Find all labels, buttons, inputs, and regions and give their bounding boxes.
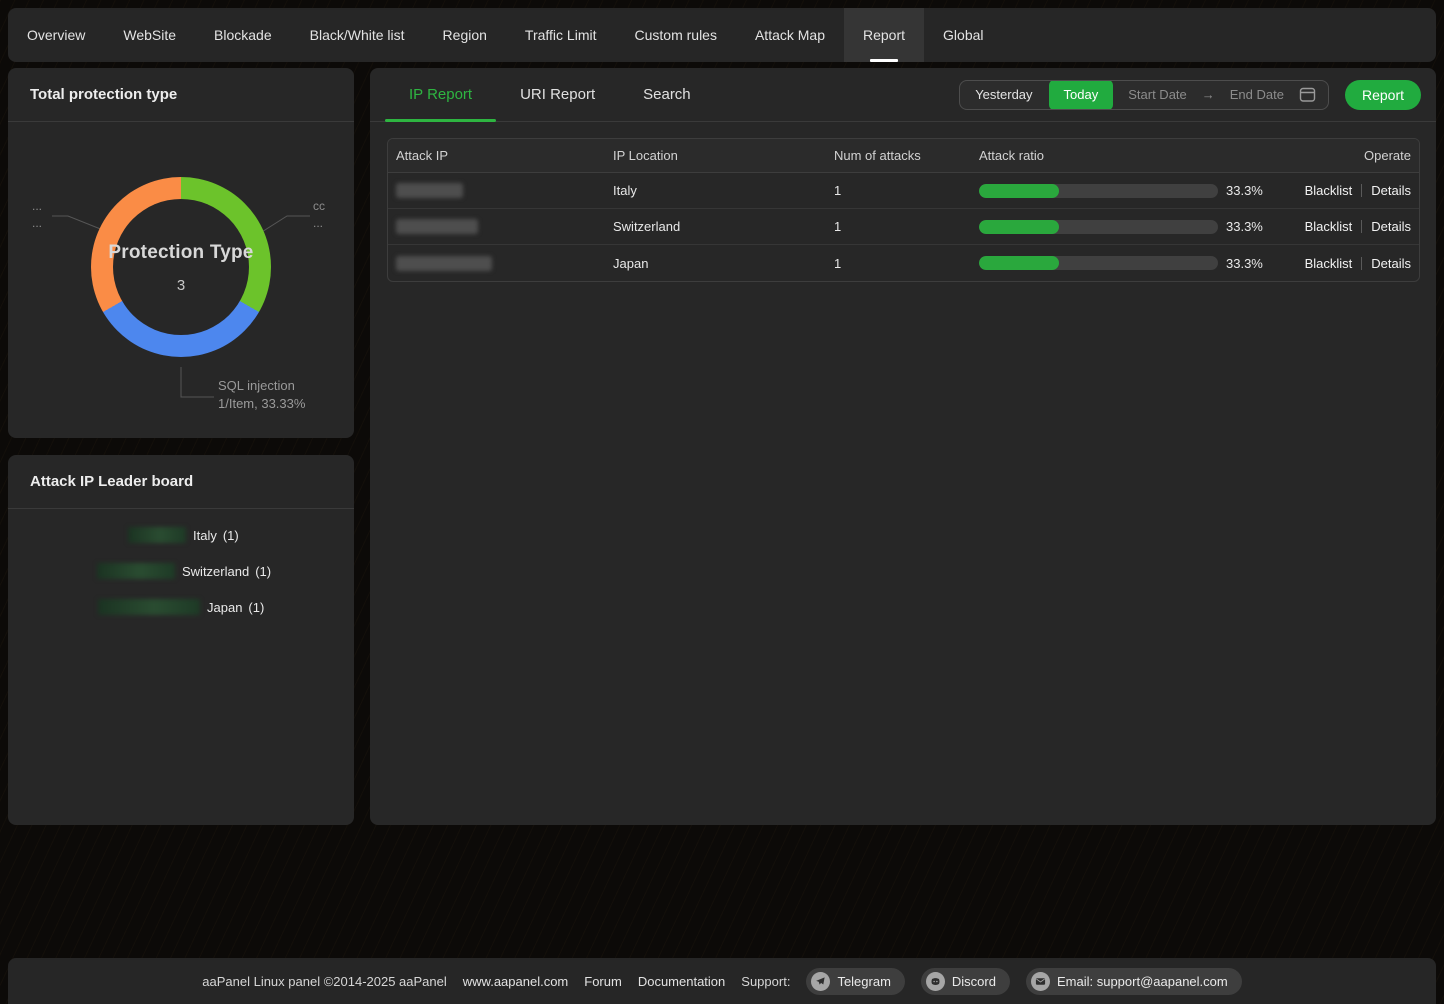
attack-ratio-fill xyxy=(979,220,1059,234)
nav-item-attack-map[interactable]: Attack Map xyxy=(736,8,844,62)
report-panel: IP Report URI Report Search Yesterday To… xyxy=(370,68,1436,825)
email-icon xyxy=(1031,972,1050,991)
attack-ratio-bar xyxy=(979,220,1218,234)
col-header-attack-ip: Attack IP xyxy=(388,148,613,163)
redacted-ip xyxy=(396,219,478,234)
donut-callout-left: ... ... xyxy=(32,198,42,232)
discord-icon xyxy=(926,972,945,991)
footer-brand: aaPanel Linux panel ©2014-2025 aaPanel xyxy=(202,974,447,989)
num-attacks-cell: 1 xyxy=(834,183,979,198)
nav-item-overview[interactable]: Overview xyxy=(8,8,104,62)
leaderboard-chart: Italy (1) Switzerland (1) Japan (1) xyxy=(8,509,354,615)
discord-button[interactable]: Discord xyxy=(921,968,1010,995)
blacklist-link[interactable]: Blacklist xyxy=(1305,219,1353,234)
nav-item-custom-rules[interactable]: Custom rules xyxy=(616,8,736,62)
ip-location-cell: Japan xyxy=(613,256,834,271)
redacted-ip-bar xyxy=(97,563,175,579)
country-label: Italy xyxy=(193,528,217,543)
telegram-button[interactable]: Telegram xyxy=(806,968,904,995)
attack-ratio-bar xyxy=(979,256,1218,270)
attack-count: (1) xyxy=(223,528,239,543)
attack-ratio-value: 33.3% xyxy=(1226,256,1263,271)
details-link[interactable]: Details xyxy=(1371,219,1411,234)
attack-count: (1) xyxy=(255,564,271,579)
ip-location-cell: Switzerland xyxy=(613,219,834,234)
nav-item-black-white-list[interactable]: Black/White list xyxy=(291,8,424,62)
leaderboard-row: Japan (1) xyxy=(8,599,354,615)
total-protection-type-card: Total protection type Protection Type 3 … xyxy=(8,68,354,438)
redacted-ip xyxy=(396,256,492,271)
details-link[interactable]: Details xyxy=(1371,183,1411,198)
telegram-icon xyxy=(811,972,830,991)
arrow-right-icon: → xyxy=(1202,87,1215,102)
email-button[interactable]: Email: support@aapanel.com xyxy=(1026,968,1242,995)
attack-ratio-bar xyxy=(979,184,1218,198)
ip-location-cell: Italy xyxy=(613,183,834,198)
nav-item-report[interactable]: Report xyxy=(844,8,924,62)
attack-ratio-fill xyxy=(979,256,1059,270)
card-title: Total protection type xyxy=(8,68,354,122)
donut-center-value: 3 xyxy=(91,277,271,294)
attack-ratio-value: 33.3% xyxy=(1226,183,1263,198)
divider xyxy=(1361,220,1362,233)
calendar-icon[interactable] xyxy=(1299,86,1316,103)
tab-ip-report[interactable]: IP Report xyxy=(385,68,496,121)
donut-callout-cc: cc ... xyxy=(313,198,325,232)
nav-item-blockade[interactable]: Blockade xyxy=(195,8,291,62)
country-label: Japan xyxy=(207,600,242,615)
footer-support-label: Support: xyxy=(741,974,790,989)
yesterday-button[interactable]: Yesterday xyxy=(960,81,1047,109)
leaderboard-row: Italy (1) xyxy=(8,527,354,543)
attack-ratio-value: 33.3% xyxy=(1226,219,1263,234)
today-button[interactable]: Today xyxy=(1049,80,1114,110)
footer: aaPanel Linux panel ©2014-2025 aaPanel w… xyxy=(8,958,1436,1004)
attack-count: (1) xyxy=(248,600,264,615)
report-panel-header: IP Report URI Report Search Yesterday To… xyxy=(370,68,1436,122)
col-header-attack-ratio: Attack ratio xyxy=(979,148,1275,163)
redacted-ip-bar xyxy=(98,599,200,615)
num-attacks-cell: 1 xyxy=(834,219,979,234)
tab-uri-report[interactable]: URI Report xyxy=(496,68,619,121)
num-attacks-cell: 1 xyxy=(834,256,979,271)
divider xyxy=(1361,184,1362,197)
nav-item-global[interactable]: Global xyxy=(924,8,1002,62)
attack-ip-leaderboard-card: Attack IP Leader board Italy (1) Switzer… xyxy=(8,455,354,825)
attack-ip-table: Attack IP IP Location Num of attacks Att… xyxy=(387,138,1420,282)
date-range-picker: Yesterday Today Start Date → End Date xyxy=(959,80,1329,110)
leaderboard-row: Switzerland (1) xyxy=(8,563,354,579)
col-header-operate: Operate xyxy=(1275,148,1419,163)
card-title: Attack IP Leader board xyxy=(8,455,354,509)
footer-site-link[interactable]: www.aapanel.com xyxy=(463,974,569,989)
footer-docs-link[interactable]: Documentation xyxy=(638,974,725,989)
donut-center-title: Protection Type xyxy=(91,242,271,264)
col-header-num-of-attacks: Num of attacks xyxy=(834,148,979,163)
table-header-row: Attack IP IP Location Num of attacks Att… xyxy=(388,139,1419,173)
blacklist-link[interactable]: Blacklist xyxy=(1305,256,1353,271)
nav-item-traffic-limit[interactable]: Traffic Limit xyxy=(506,8,616,62)
donut-callout-sql-injection: SQL injection 1/Item, 33.33% xyxy=(218,377,305,413)
attack-ratio-fill xyxy=(979,184,1059,198)
tab-search[interactable]: Search xyxy=(619,68,715,121)
divider xyxy=(1361,257,1362,270)
donut-center-label: Protection Type 3 xyxy=(91,242,271,294)
redacted-ip-bar xyxy=(128,527,186,543)
end-date-input[interactable]: End Date xyxy=(1215,81,1299,109)
protection-donut-chart: Protection Type 3 ... ... cc ... SQL inj… xyxy=(8,122,354,437)
table-row: Japan 1 33.3% Blacklist Details xyxy=(388,245,1419,281)
details-link[interactable]: Details xyxy=(1371,256,1411,271)
redacted-ip xyxy=(396,183,463,198)
country-label: Switzerland xyxy=(182,564,249,579)
nav-item-website[interactable]: WebSite xyxy=(104,8,195,62)
nav-item-region[interactable]: Region xyxy=(424,8,506,62)
table-row: Italy 1 33.3% Blacklist Details xyxy=(388,173,1419,209)
table-row: Switzerland 1 33.3% Blacklist Details xyxy=(388,209,1419,245)
footer-forum-link[interactable]: Forum xyxy=(584,974,622,989)
start-date-input[interactable]: Start Date xyxy=(1113,81,1202,109)
report-button[interactable]: Report xyxy=(1345,80,1421,110)
blacklist-link[interactable]: Blacklist xyxy=(1305,183,1353,198)
date-controls: Yesterday Today Start Date → End Date Re… xyxy=(959,68,1421,121)
col-header-ip-location: IP Location xyxy=(613,148,834,163)
top-navigation: Overview WebSite Blockade Black/White li… xyxy=(8,8,1436,62)
